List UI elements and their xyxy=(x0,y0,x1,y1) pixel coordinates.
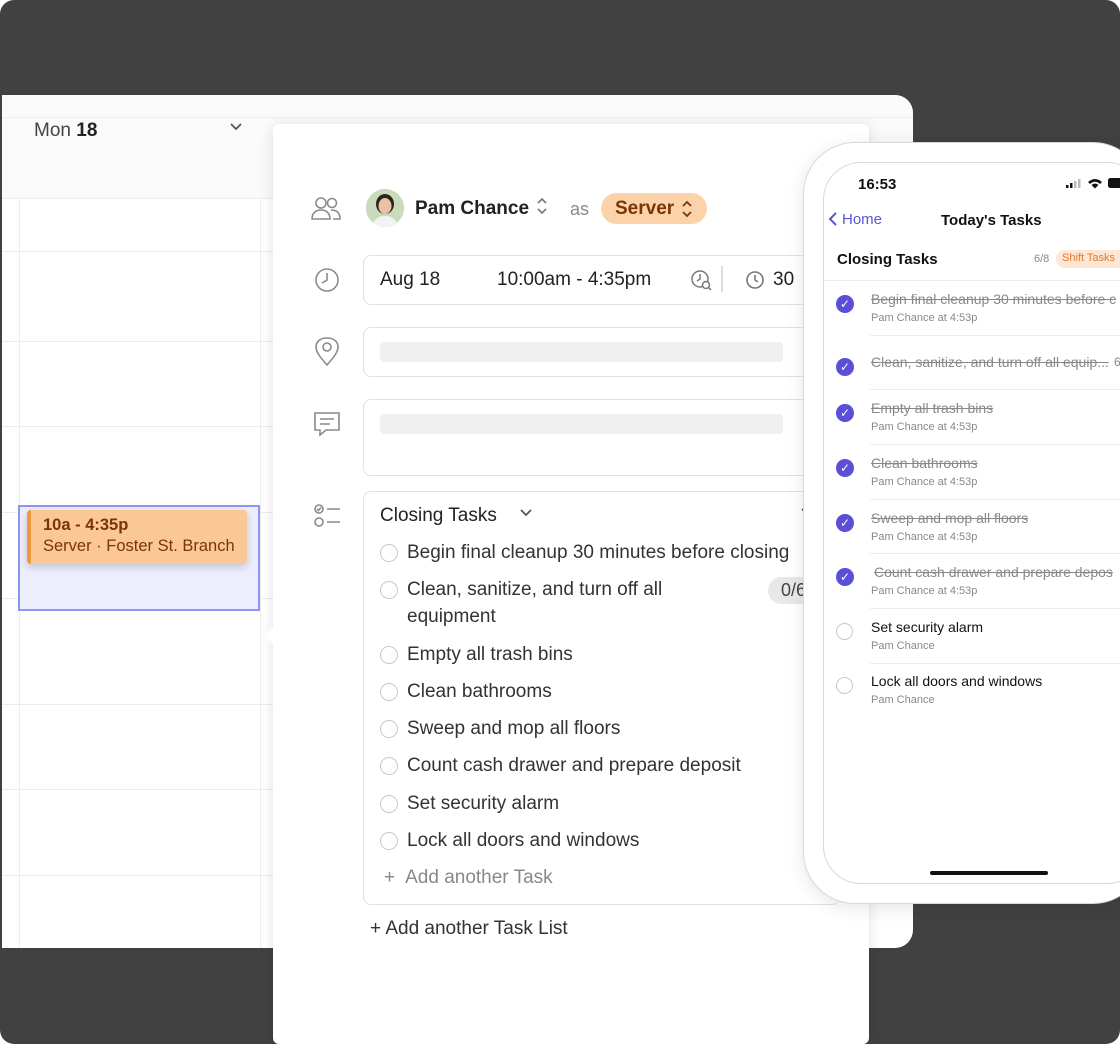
avatar xyxy=(366,189,404,227)
time-range-value[interactable]: 10:00am - 4:35pm xyxy=(497,269,651,291)
shift-detail: Server · Foster St. Branch xyxy=(43,537,235,555)
list-item[interactable]: Begin final cleanup 30 minutes before cl… xyxy=(380,539,806,567)
home-indicator[interactable] xyxy=(930,871,1048,875)
add-task-list-button[interactable]: + Add another Task List xyxy=(370,918,568,940)
list-item[interactable]: Sweep and mop all floors xyxy=(380,715,806,743)
checkbox[interactable] xyxy=(380,581,398,599)
checkmark-icon[interactable]: ✓ xyxy=(836,514,854,532)
checkbox[interactable] xyxy=(836,677,853,694)
day-name: Mon xyxy=(34,120,71,141)
updown-chevron-icon xyxy=(682,200,692,218)
checkbox[interactable] xyxy=(380,720,398,738)
location-pin-icon xyxy=(310,335,344,369)
shift-tasks-badge: Shift Tasks xyxy=(1056,250,1120,268)
subtask-count-badge[interactable]: 0/6 xyxy=(768,577,806,604)
plus-icon: + xyxy=(384,867,396,888)
day-number: 18 xyxy=(76,120,98,141)
date-value[interactable]: Aug 18 xyxy=(380,269,440,291)
checkbox[interactable] xyxy=(380,832,398,850)
status-icons xyxy=(1066,176,1120,193)
checklist-icon xyxy=(310,500,344,534)
list-item[interactable]: Lock all doors and windows Pam Chance xyxy=(836,673,1120,713)
phone-page-title: Today's Tasks xyxy=(941,212,1042,229)
list-item[interactable]: Clean bathrooms xyxy=(380,678,806,706)
chevron-down-icon[interactable] xyxy=(228,118,244,139)
updown-chevron-icon[interactable] xyxy=(536,196,548,216)
notes-field[interactable] xyxy=(363,399,845,476)
list-item[interactable]: ✓ Sweep and mop all floors Pam Chance at 4… xyxy=(836,510,1120,550)
role-label: Server xyxy=(615,198,675,219)
checkmark-icon[interactable]: ✓ xyxy=(836,358,854,376)
panel-pointer xyxy=(264,626,274,644)
shift-time: 10a - 4:35p xyxy=(43,516,129,534)
clock-icon xyxy=(310,263,344,297)
checkmark-icon[interactable]: ✓ xyxy=(836,459,854,477)
list-item[interactable]: Clean, sanitize, and turn off all equipme… xyxy=(380,576,806,632)
checkbox[interactable] xyxy=(380,795,398,813)
notes-placeholder xyxy=(380,414,783,434)
list-item[interactable]: ✓ Clean bathrooms Pam Chance at 4:53p xyxy=(836,455,1120,495)
clock-search-icon[interactable] xyxy=(690,268,714,297)
checkbox[interactable] xyxy=(836,623,853,640)
as-label: as xyxy=(570,199,590,219)
list-item[interactable]: Empty all trash bins xyxy=(380,641,806,669)
task-progress-count: 6/8 xyxy=(1034,253,1050,265)
list-item[interactable]: Set security alarm xyxy=(380,790,806,818)
checkbox[interactable] xyxy=(380,646,398,664)
status-time: 16:53 xyxy=(858,176,897,193)
list-item[interactable]: Count cash drawer and prepare deposit xyxy=(380,752,806,780)
list-item[interactable]: Set security alarm Pam Chance xyxy=(836,619,1120,659)
back-button[interactable]: Home xyxy=(828,211,882,228)
timer-icon[interactable] xyxy=(744,268,766,295)
checkmark-icon[interactable]: ✓ xyxy=(836,404,854,422)
list-item[interactable]: ✓ Empty all trash bins Pam Chance at 4:53p xyxy=(836,400,1120,440)
role-badge[interactable]: Server xyxy=(601,193,707,224)
comment-icon xyxy=(310,407,344,441)
break-duration-value[interactable]: 30 xyxy=(773,269,794,291)
list-item[interactable]: ✓ Clean, sanitize, and turn off all equip… xyxy=(836,354,1120,394)
checkbox[interactable] xyxy=(380,757,398,775)
list-item[interactable]: Lock all doors and windows xyxy=(380,827,806,855)
phone-list-title: Closing Tasks xyxy=(837,251,938,268)
list-item[interactable]: ✓ Count cash drawer and prepare depos Pam … xyxy=(836,564,1120,604)
chevron-left-icon xyxy=(828,212,837,226)
shift-block[interactable]: 10a - 4:35p Server · Foster St. Branch xyxy=(27,510,247,564)
checkmark-icon[interactable]: ✓ xyxy=(836,568,854,586)
assignee-name[interactable]: Pam Chance xyxy=(415,198,529,220)
location-placeholder xyxy=(380,342,783,362)
add-task-button[interactable]: + Add another Task xyxy=(384,867,553,889)
checkbox[interactable] xyxy=(380,683,398,701)
day-column-header[interactable]: Mon 18 xyxy=(34,120,97,142)
checkmark-icon[interactable]: ✓ xyxy=(836,295,854,313)
list-item[interactable]: ✓ Begin final cleanup 30 minutes before c… xyxy=(836,291,1120,331)
people-icon xyxy=(309,192,343,226)
task-list-items: Begin final cleanup 30 minutes before cl… xyxy=(363,491,806,903)
checkbox[interactable] xyxy=(380,544,398,562)
